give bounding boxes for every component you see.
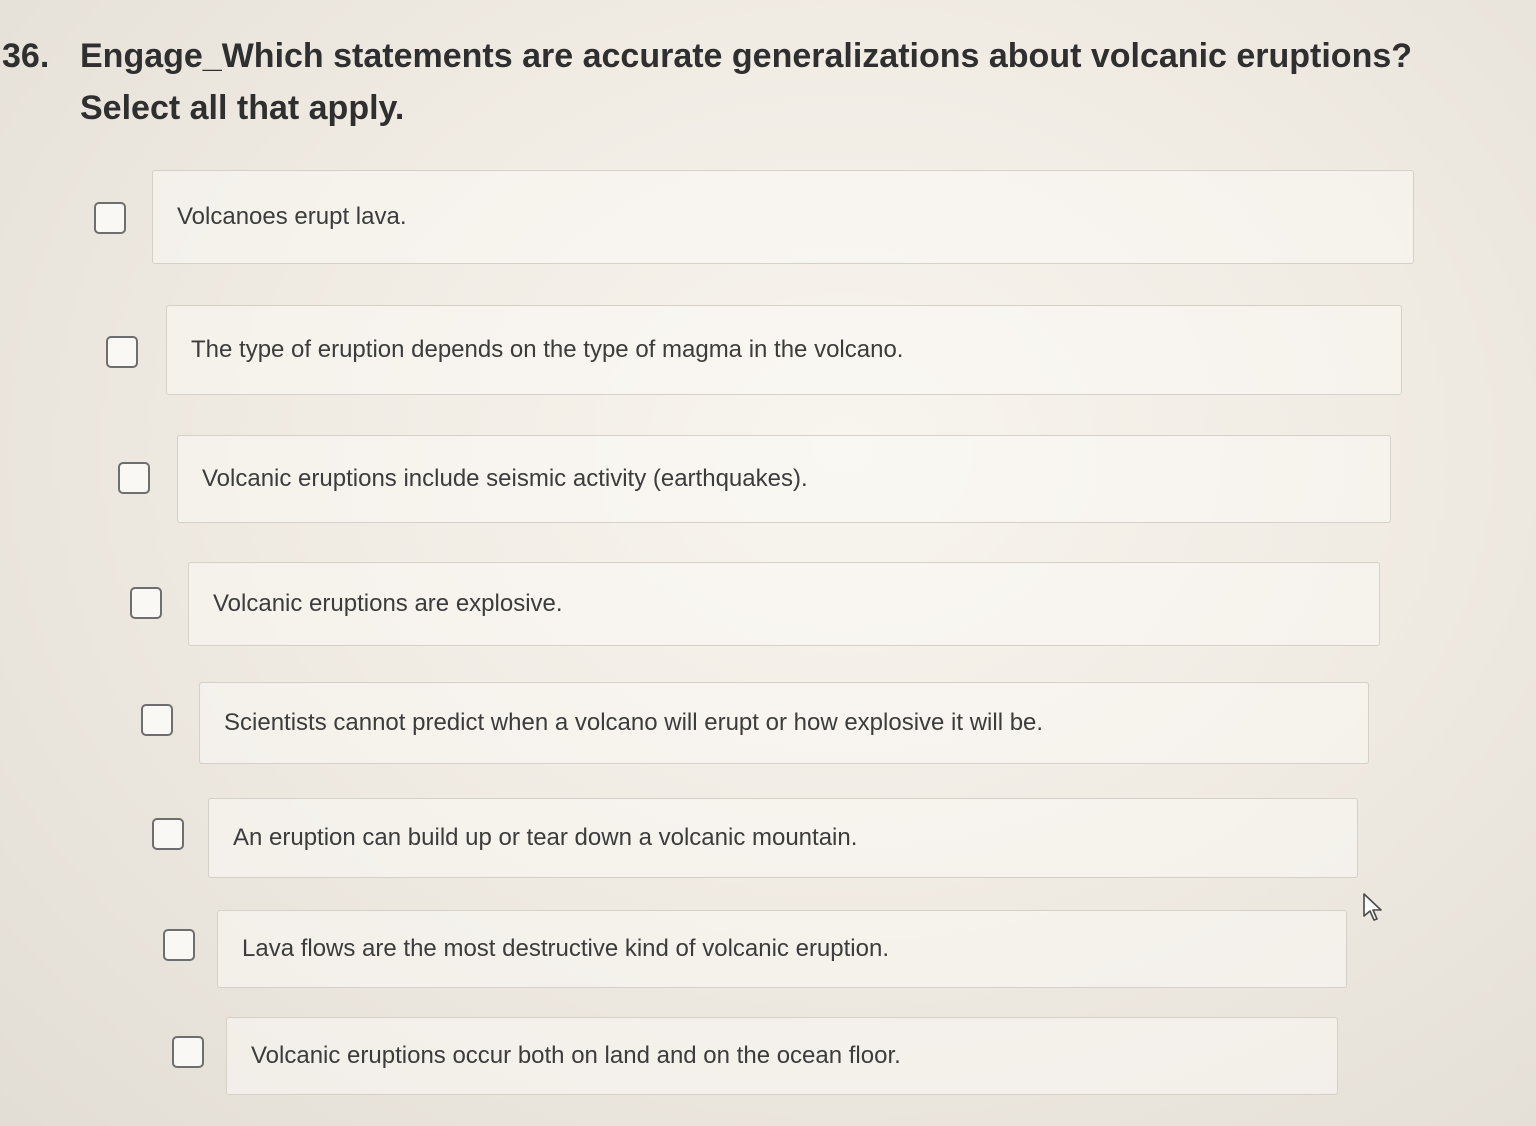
mouse-pointer-icon [1363, 893, 1382, 921]
answer-label: Volcanic eruptions include seismic activ… [202, 465, 808, 492]
answer-checkbox[interactable] [118, 462, 150, 494]
answer-checkbox[interactable] [172, 1036, 204, 1068]
answer-checkbox[interactable] [163, 929, 195, 961]
answer-choice[interactable]: Volcanoes erupt lava. [152, 170, 1414, 264]
answer-checkbox[interactable] [106, 336, 138, 368]
answer-checkbox[interactable] [94, 202, 126, 234]
question-number: 36. [2, 37, 50, 75]
answer-label: Volcanoes erupt lava. [177, 203, 407, 230]
answer-choice[interactable]: Volcanic eruptions are explosive. [188, 562, 1380, 646]
answer-choice[interactable]: The type of eruption depends on the type… [166, 305, 1402, 395]
answer-label: Volcanic eruptions occur both on land an… [251, 1042, 901, 1069]
answer-choice[interactable]: Scientists cannot predict when a volcano… [199, 682, 1369, 764]
question-text: Engage_Which statements are accurate gen… [80, 37, 1413, 127]
answer-choice[interactable]: Volcanic eruptions occur both on land an… [226, 1017, 1338, 1095]
answer-choice[interactable]: Lava flows are the most destructive kind… [217, 910, 1347, 988]
answer-label: Scientists cannot predict when a volcano… [224, 709, 1044, 736]
answer-label: Volcanic eruptions are explosive. [213, 590, 563, 617]
answer-choice[interactable]: Volcanic eruptions include seismic activ… [177, 435, 1391, 523]
answer-label: An eruption can build up or tear down a … [233, 824, 858, 851]
answer-label: Lava flows are the most destructive kind… [242, 935, 889, 962]
answer-checkbox[interactable] [152, 818, 184, 850]
answer-checkbox[interactable] [141, 704, 173, 736]
answer-checkbox[interactable] [130, 587, 162, 619]
answer-label: The type of eruption depends on the type… [191, 336, 904, 363]
answer-choice[interactable]: An eruption can build up or tear down a … [208, 798, 1358, 878]
